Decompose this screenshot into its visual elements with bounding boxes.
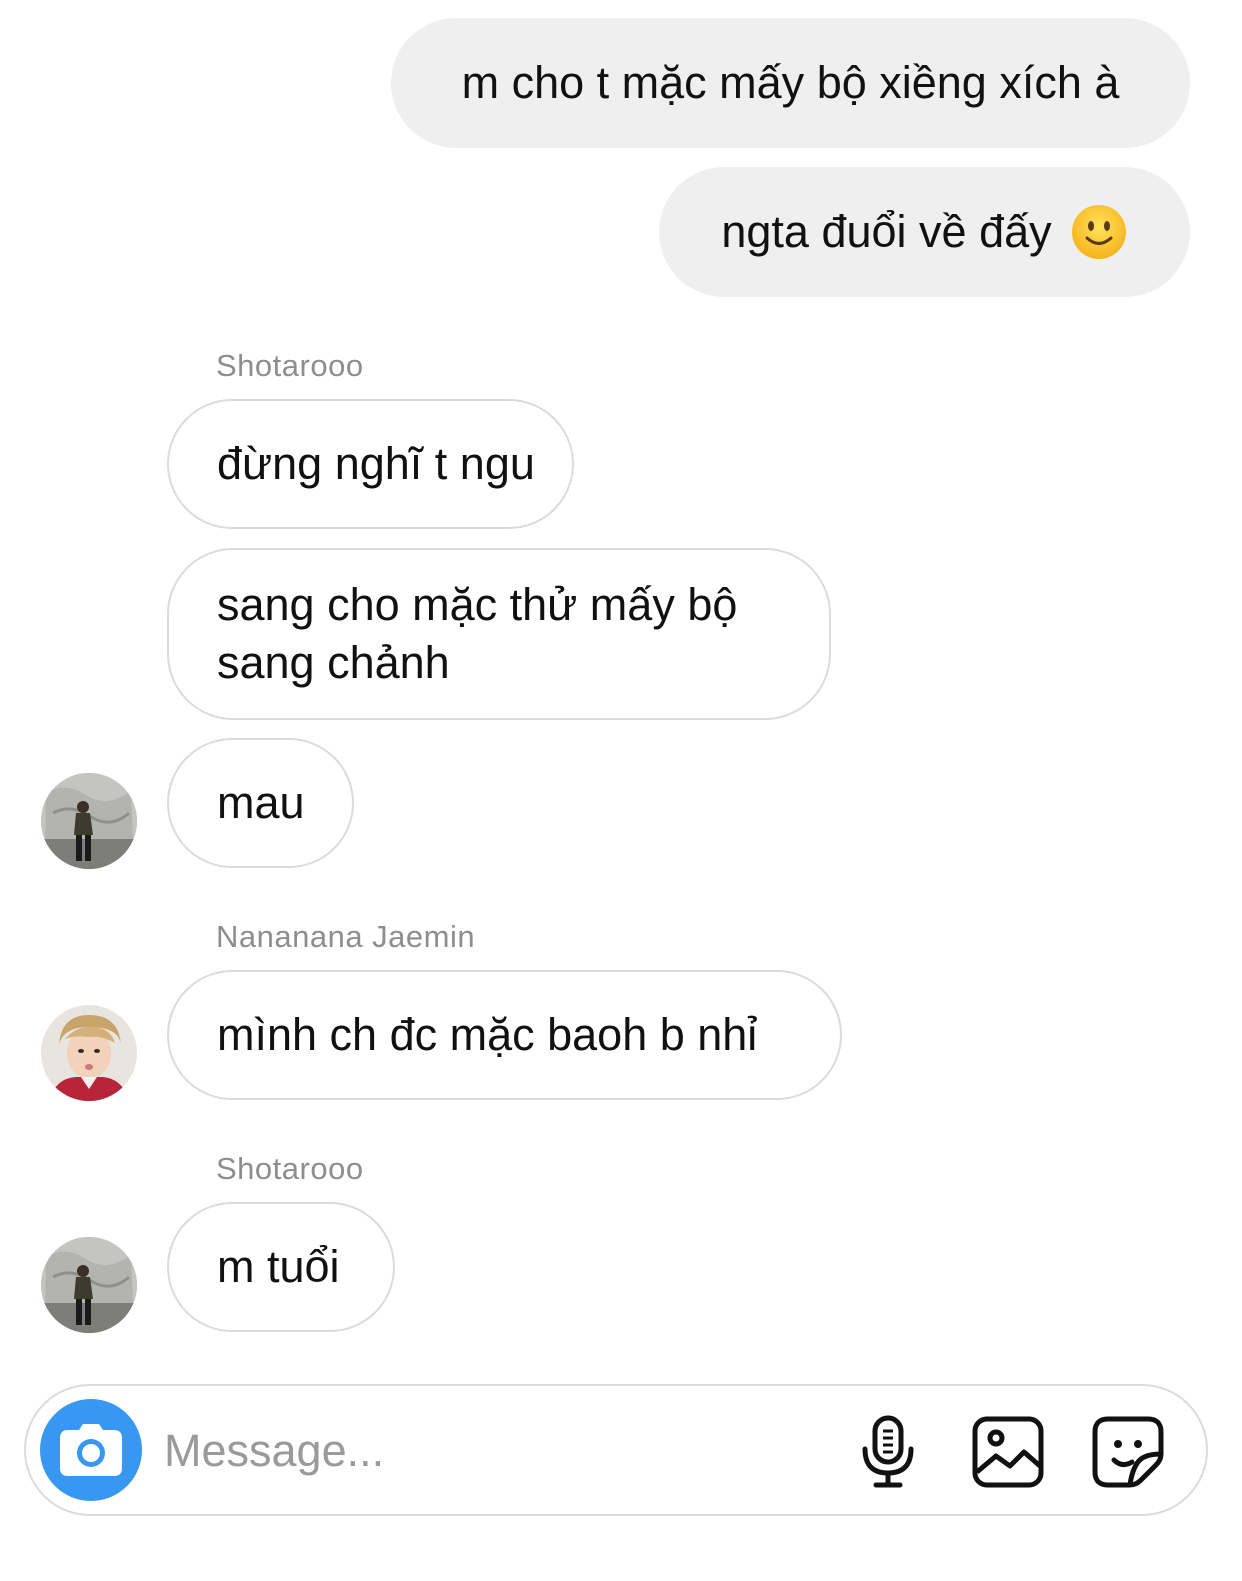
avatar-photo <box>41 1005 137 1101</box>
camera-button[interactable] <box>40 1399 142 1501</box>
smiley-emoji-icon <box>1071 205 1126 259</box>
microphone-icon <box>862 1415 914 1488</box>
avatar-jaemin[interactable] <box>41 1005 137 1101</box>
camera-icon <box>60 1424 122 1476</box>
incoming-message[interactable]: sang cho mặc thử mấy bộ sang chảnh <box>167 548 831 720</box>
message-text: mau <box>217 777 305 828</box>
avatar-shotarooo[interactable] <box>41 1237 137 1333</box>
incoming-message[interactable]: đừng nghĩ t ngu <box>167 399 574 529</box>
avatar-photo <box>41 773 137 869</box>
message-text: ngta đuổi về đấy <box>721 206 1052 257</box>
incoming-message[interactable]: mình ch đc mặc baoh b nhỉ <box>167 970 842 1100</box>
message-composer <box>24 1384 1208 1516</box>
sticker-icon <box>1092 1416 1164 1488</box>
message-input[interactable] <box>164 1416 784 1486</box>
avatar-shotarooo[interactable] <box>41 773 137 869</box>
sender-name: Shotarooo <box>216 1151 364 1186</box>
outgoing-message[interactable]: ngta đuổi về đấy <box>659 167 1190 297</box>
sticker-button[interactable] <box>1088 1412 1168 1492</box>
gallery-button[interactable] <box>968 1412 1048 1492</box>
avatar-photo <box>41 1237 137 1333</box>
gallery-icon <box>972 1416 1044 1488</box>
sender-name: Shotarooo <box>216 348 364 383</box>
message-text: đừng nghĩ t ngu <box>217 438 535 489</box>
incoming-message[interactable]: mau <box>167 738 354 868</box>
message-text: sang cho mặc thử mấy bộ sang chảnh <box>217 579 738 688</box>
message-text: m cho t mặc mấy bộ xiềng xích à <box>461 57 1120 108</box>
message-text: m tuổi <box>217 1241 340 1292</box>
incoming-message[interactable]: m tuổi <box>167 1202 395 1332</box>
outgoing-message[interactable]: m cho t mặc mấy bộ xiềng xích à <box>391 18 1190 148</box>
voice-button[interactable] <box>848 1412 928 1492</box>
message-text: mình ch đc mặc baoh b nhỉ <box>217 1009 758 1060</box>
sender-name: Nananana Jaemin <box>216 919 476 954</box>
chat-thread: m cho t mặc mấy bộ xiềng xích à ngta đuổ… <box>0 0 1242 1581</box>
